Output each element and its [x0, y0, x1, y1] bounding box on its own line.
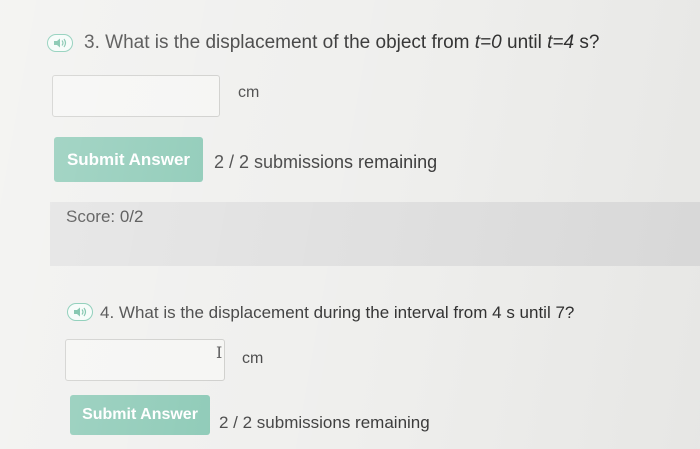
unit-label-q3: cm [238, 84, 260, 101]
submit-answer-button-q3[interactable]: Submit Answer [54, 137, 203, 182]
question-suffix: s? [574, 32, 600, 53]
audio-play-button-q3[interactable] [47, 34, 73, 52]
speaker-icon [54, 38, 67, 48]
text-cursor-icon: I [216, 343, 223, 362]
score-panel: Score: 0/2 [50, 202, 700, 266]
time-variable-start: t=0 [474, 32, 502, 53]
question-number: 3. [84, 32, 100, 53]
score-label: Score: 0/2 [66, 207, 144, 226]
question-prefix: What is the displacement of the object f… [105, 32, 475, 53]
audio-play-button-q4[interactable] [67, 303, 93, 321]
submissions-remaining-q3: 2 / 2 submissions remaining [214, 152, 438, 172]
time-variable-end: t=4 [547, 32, 575, 53]
submit-answer-button-q4[interactable]: Submit Answer [70, 395, 210, 435]
submissions-remaining-q4: 2 / 2 submissions remaining [219, 413, 430, 432]
speaker-icon [74, 307, 87, 317]
question-4-text: 4. What is the displacement during the i… [100, 303, 574, 323]
unit-label-q4: cm [242, 350, 264, 367]
question-middle: until [501, 32, 548, 53]
question-body: What is the displacement during the inte… [118, 303, 575, 322]
answer-input-q3[interactable] [52, 75, 220, 117]
question-number: 4. [100, 303, 115, 322]
answer-input-q4[interactable] [65, 339, 225, 381]
question-3-text: 3. What is the displacement of the objec… [84, 32, 599, 54]
